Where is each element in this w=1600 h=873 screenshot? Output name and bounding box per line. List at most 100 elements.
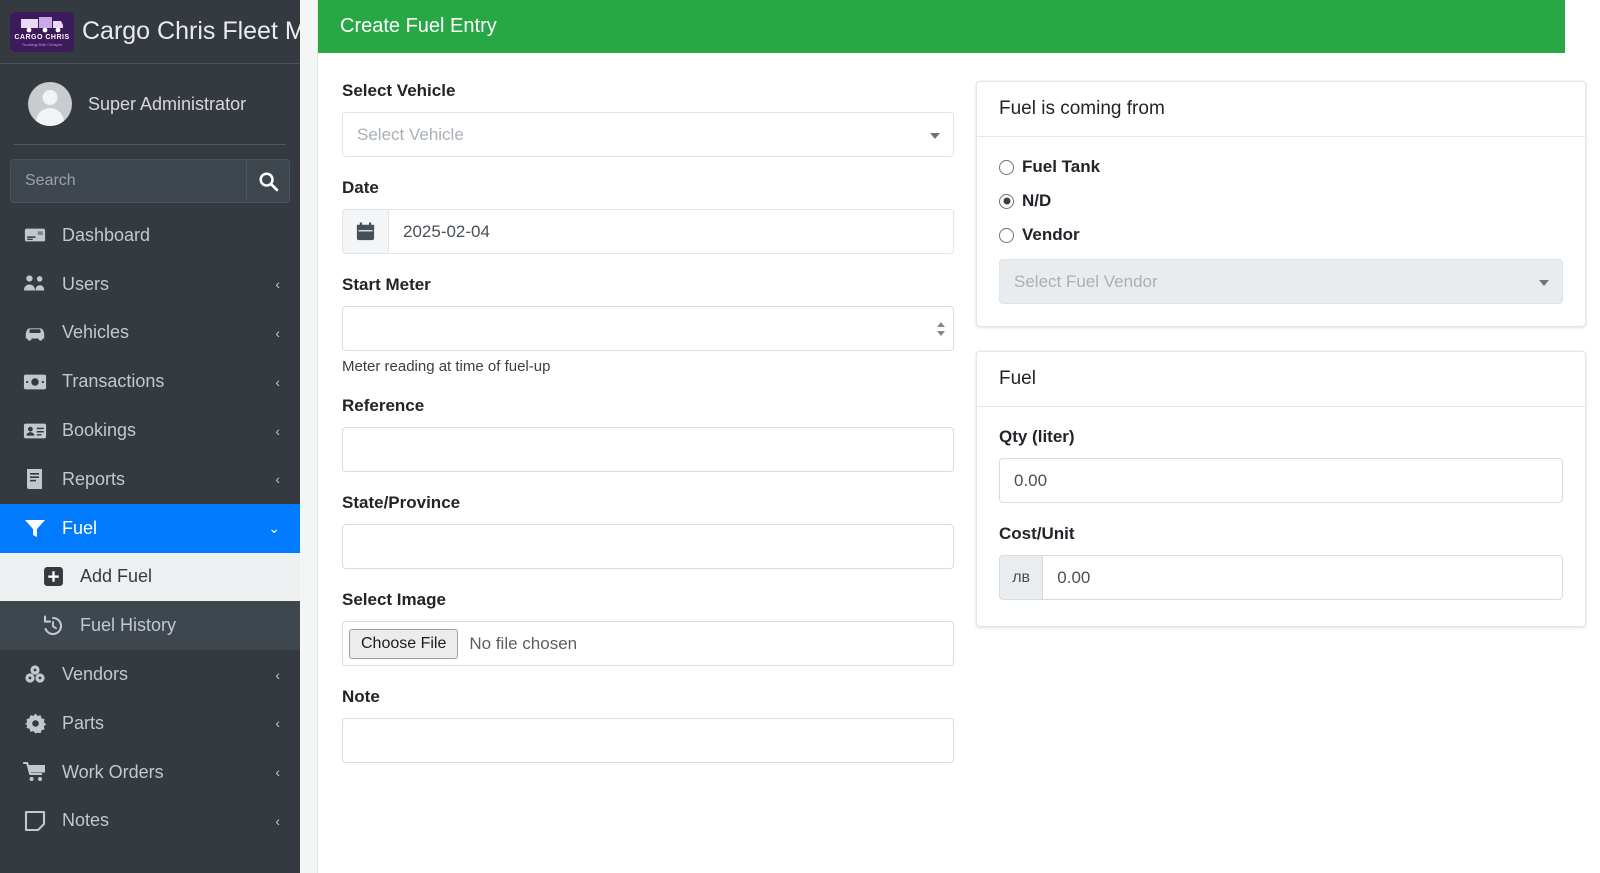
cargo-chris-logo-icon: CARGO CHRIS Trucking With Chrisper bbox=[10, 11, 74, 52]
sidebar-chevron: ‹ bbox=[275, 373, 280, 390]
note-label: Note bbox=[342, 687, 380, 706]
sidebar-item-label: Reports bbox=[62, 468, 126, 489]
state-province-label: State/Province bbox=[342, 493, 461, 512]
search-icon bbox=[258, 171, 278, 191]
sidebar-item-vendors[interactable]: Vendors ‹ bbox=[0, 650, 300, 699]
sidebar: CARGO CHRIS Trucking With Chrisper Cargo… bbox=[0, 0, 300, 873]
search-button[interactable] bbox=[246, 160, 289, 202]
brand-header[interactable]: CARGO CHRIS Trucking With Chrisper Cargo… bbox=[0, 0, 300, 64]
chevron-down-icon bbox=[930, 132, 940, 139]
radio-fuel-tank[interactable] bbox=[999, 159, 1014, 175]
users-icon bbox=[22, 273, 48, 295]
radio-option-nd[interactable]: N/D bbox=[999, 191, 1563, 211]
note-input[interactable] bbox=[342, 718, 954, 763]
qty-input[interactable] bbox=[999, 458, 1563, 503]
sidebar-nav: Dashboard Users ‹ Vehicles ‹ Transaction… bbox=[0, 211, 300, 845]
sidebar-chevron: ‹ bbox=[275, 666, 280, 683]
app-root: CARGO CHRIS Trucking With Chrisper Cargo… bbox=[0, 0, 1600, 873]
field-qty: Qty (liter) bbox=[999, 427, 1563, 503]
sidebar-content-gap bbox=[300, 0, 318, 873]
field-date: Date bbox=[342, 178, 954, 254]
sidebar-item-fuel[interactable]: Fuel ⌄ bbox=[0, 503, 300, 553]
note-icon bbox=[22, 810, 48, 832]
file-input-wrapper[interactable]: Choose File No file chosen bbox=[342, 621, 954, 666]
right-column: Fuel is coming from Fuel Tank N/D Vendor… bbox=[976, 81, 1586, 873]
form-body: Select Vehicle Select Vehicle Date 2025-… bbox=[318, 53, 1600, 873]
cart-icon bbox=[22, 761, 48, 783]
logo-tagline: Trucking With Chrisper bbox=[21, 41, 63, 47]
plus-square-icon bbox=[40, 566, 66, 587]
sidebar-chevron: ‹ bbox=[275, 422, 280, 439]
sidebar-item-label: Parts bbox=[62, 712, 105, 733]
sidebar-item-users[interactable]: Users ‹ bbox=[0, 260, 300, 309]
user-panel[interactable]: Super Administrator bbox=[14, 64, 286, 145]
money-icon bbox=[22, 373, 48, 391]
select-fuel-vendor-value: Select Fuel Vendor bbox=[1014, 271, 1158, 291]
radio-label: N/D bbox=[1022, 191, 1052, 210]
radio-option-vendor[interactable]: Vendor bbox=[999, 225, 1563, 245]
fuel-card-title: Fuel bbox=[977, 352, 1585, 407]
sidebar-item-parts[interactable]: Parts ‹ bbox=[0, 699, 300, 748]
start-meter-label: Start Meter bbox=[342, 275, 431, 294]
brand-title: Cargo Chris Fleet Man bbox=[82, 17, 300, 45]
left-column: Select Vehicle Select Vehicle Date 2025-… bbox=[342, 81, 954, 873]
sidebar-item-work-orders[interactable]: Work Orders ‹ bbox=[0, 748, 300, 797]
field-cost-unit: Cost/Unit лв bbox=[999, 524, 1563, 600]
main-content: Create Fuel Entry Select Vehicle Select … bbox=[318, 0, 1600, 873]
field-state-province: State/Province bbox=[342, 493, 954, 569]
qty-label: Qty (liter) bbox=[999, 427, 1075, 446]
stepper-down-icon[interactable] bbox=[937, 330, 945, 336]
date-input[interactable] bbox=[388, 209, 954, 254]
select-vehicle-dropdown[interactable]: Select Vehicle bbox=[342, 112, 954, 157]
sidebar-item-notes[interactable]: Notes ‹ bbox=[0, 797, 300, 846]
book-icon bbox=[22, 468, 48, 490]
radio-vendor[interactable] bbox=[999, 227, 1014, 243]
sidebar-item-bookings[interactable]: Bookings ‹ bbox=[0, 406, 300, 455]
radio-option-fuel-tank[interactable]: Fuel Tank bbox=[999, 157, 1563, 177]
chevron-down-icon: ⌄ bbox=[268, 520, 280, 537]
avatar bbox=[28, 82, 72, 126]
sidebar-item-label: Bookings bbox=[62, 420, 137, 441]
sidebar-item-label: Vendors bbox=[62, 664, 129, 685]
sidebar-item-transactions[interactable]: Transactions ‹ bbox=[0, 357, 300, 406]
file-status-text: No file chosen bbox=[469, 633, 578, 653]
quantity-stepper[interactable] bbox=[937, 321, 945, 336]
sidebar-item-reports[interactable]: Reports ‹ bbox=[0, 455, 300, 504]
truck-icon bbox=[21, 16, 63, 32]
sidebar-chevron: ‹ bbox=[275, 471, 280, 488]
fuel-source-title: Fuel is coming from bbox=[977, 82, 1585, 137]
sidebar-item-label: Work Orders bbox=[62, 761, 164, 782]
sidebar-item-label: Dashboard bbox=[62, 224, 151, 245]
sidebar-chevron: ‹ bbox=[275, 812, 280, 829]
date-input-group bbox=[342, 209, 954, 254]
sidebar-chevron: ‹ bbox=[275, 764, 280, 781]
radio-nd[interactable] bbox=[999, 193, 1014, 209]
state-province-input[interactable] bbox=[342, 524, 954, 569]
start-meter-input[interactable] bbox=[342, 306, 954, 351]
fuel-card: Fuel Qty (liter) Cost/Unit лв bbox=[976, 351, 1586, 627]
sidebar-item-fuel-history[interactable]: Fuel History bbox=[0, 601, 300, 651]
sidebar-item-add-fuel[interactable]: Add Fuel bbox=[0, 552, 300, 602]
cost-unit-input[interactable] bbox=[1042, 555, 1563, 600]
sidebar-item-dashboard[interactable]: Dashboard bbox=[0, 211, 300, 260]
sidebar-subitem-label: Fuel History bbox=[80, 615, 177, 636]
sidebar-item-label: Notes bbox=[62, 810, 110, 831]
cost-unit-label: Cost/Unit bbox=[999, 524, 1075, 543]
boxes-icon bbox=[22, 664, 48, 686]
field-note: Note bbox=[342, 687, 954, 763]
sidebar-item-vehicles[interactable]: Vehicles ‹ bbox=[0, 309, 300, 358]
reference-input[interactable] bbox=[342, 427, 954, 472]
dashboard-icon bbox=[22, 224, 48, 246]
select-fuel-vendor-dropdown[interactable]: Select Fuel Vendor bbox=[999, 259, 1563, 304]
start-meter-wrap bbox=[342, 306, 954, 351]
fuel-card-body: Qty (liter) Cost/Unit лв bbox=[977, 407, 1585, 626]
funnel-icon bbox=[22, 517, 48, 539]
stepper-up-icon[interactable] bbox=[937, 321, 945, 327]
field-start-meter: Start Meter Meter reading at time of fue… bbox=[342, 275, 954, 375]
sidebar-search[interactable] bbox=[10, 159, 290, 203]
history-icon bbox=[40, 615, 66, 637]
calendar-icon[interactable] bbox=[342, 209, 388, 254]
radio-label: Fuel Tank bbox=[1022, 157, 1101, 176]
search-input[interactable] bbox=[11, 160, 246, 202]
choose-file-button[interactable]: Choose File bbox=[349, 628, 459, 659]
